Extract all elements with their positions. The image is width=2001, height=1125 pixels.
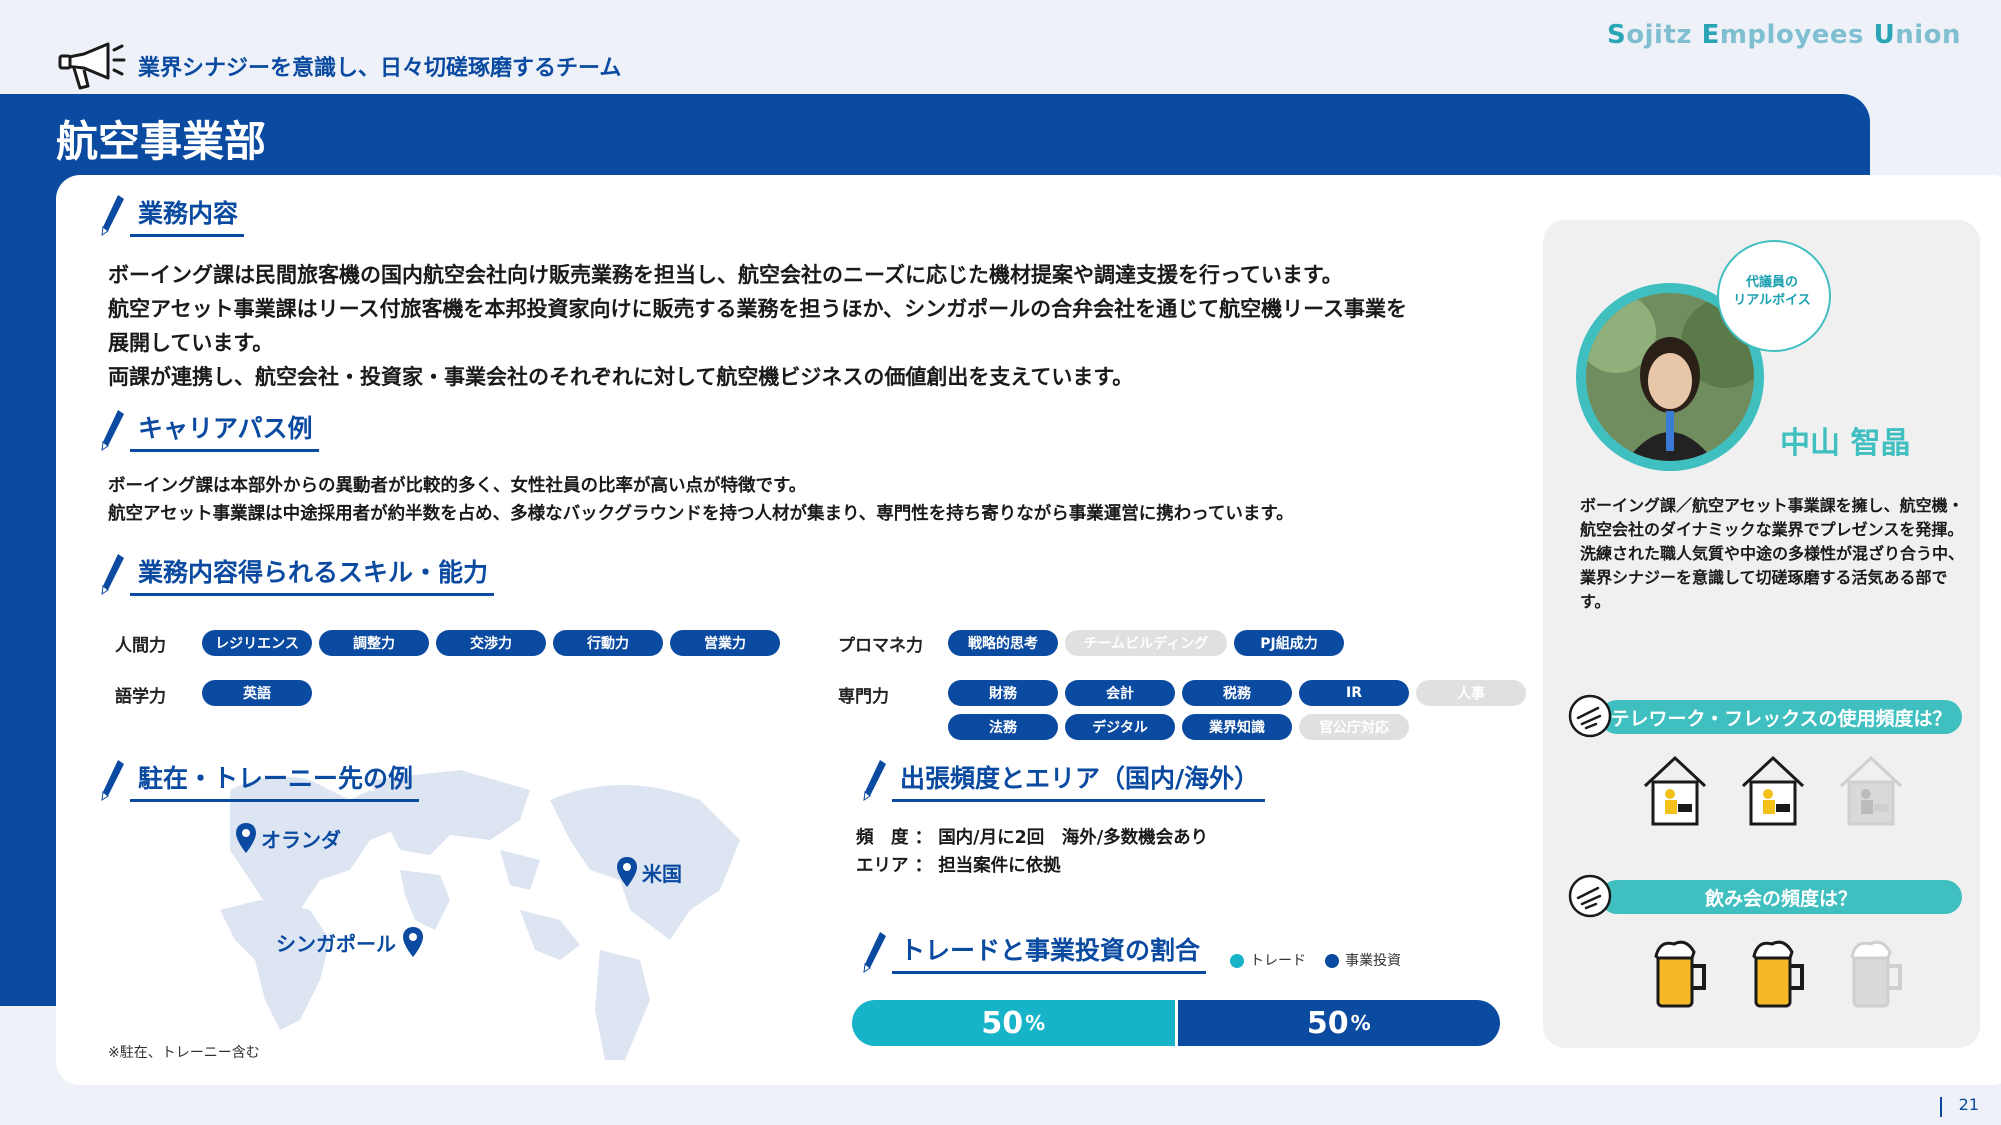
ratio-title: トレードと事業投資の割合 <box>892 931 1207 974</box>
travel-area: エリア ： 担当案件に依拠 <box>856 852 1061 880</box>
house-inactive-icon <box>1836 752 1906 832</box>
ratio-bar: 50% 50% <box>852 1000 1500 1046</box>
location-pin-icon <box>403 927 423 957</box>
career-text: ボーイング課は本部外からの異動者が比較的多く、女性社員の比率が高い点が特徴です。… <box>108 472 1528 528</box>
business-line: 展開しています。 <box>108 331 274 355</box>
skill-row-label: 人間力 <box>115 636 166 656</box>
map-pin-netherlands: オランダ <box>235 822 341 854</box>
travel-frequency-value: 国内/月に2回 海外/多数機会あり <box>938 828 1209 848</box>
beer-icon <box>1750 936 1808 1016</box>
legend-dot <box>1325 954 1340 968</box>
skill-row-label: プロマネ力 <box>838 636 923 656</box>
pencil-icon <box>101 410 124 452</box>
megaphone-icon <box>56 40 126 96</box>
pencil-icon <box>101 760 124 802</box>
map-pin-usa: 米国 <box>616 856 682 888</box>
skill-pill-inactive: 官公庁対応 <box>1299 714 1409 740</box>
skill-pill: デジタル <box>1065 714 1175 740</box>
skill-pill-inactive: チームビルディング <box>1065 630 1227 656</box>
skill-pill: 業界知識 <box>1182 714 1292 740</box>
business-line: ボーイング課は民間旅客機の国内航空会社向け販売業務を担当し、航空会社のニーズに応… <box>108 263 1343 287</box>
legend-invest: 事業投資 <box>1325 953 1401 969</box>
skill-pill: 調整力 <box>319 630 429 656</box>
skill-pill: 営業力 <box>670 630 780 656</box>
skills-title: 業務内容得られるスキル・能力 <box>130 553 495 596</box>
page-number: 21 <box>1958 1095 1979 1114</box>
career-heading: キャリアパス例 <box>100 408 319 452</box>
house-icon <box>1738 752 1808 832</box>
business-text: ボーイング課は民間旅客機の国内航空会社向け販売業務を担当し、航空会社のニーズに応… <box>108 258 1528 394</box>
skill-pill: 行動力 <box>553 630 663 656</box>
skill-pill: 英語 <box>202 680 312 706</box>
brand-logo: Sojitz Employees Union <box>1607 20 1961 50</box>
skill-pill: IR <box>1299 680 1409 706</box>
legend-trade: トレード <box>1230 953 1306 969</box>
travel-frequency-label: 頻 度 ： <box>856 828 933 848</box>
ratio-legend: トレード 事業投資 <box>1230 950 1415 970</box>
travel-area-value: 担当案件に依拠 <box>938 856 1061 876</box>
place-label: シンガポール <box>276 931 396 956</box>
business-line: 両課が連携し、航空会社・投資家・事業会社のそれぞれに対して航空機ビジネスの価値創… <box>108 365 1134 389</box>
assignment-heading: 駐在・トレーニー先の例 <box>100 758 420 802</box>
page-divider <box>1940 1097 1942 1117</box>
skill-pill: 会計 <box>1065 680 1175 706</box>
skill-pill: 財務 <box>948 680 1058 706</box>
skill-row-label: 専門力 <box>838 687 889 707</box>
pencil-icon <box>101 195 124 237</box>
drinking-rating <box>1652 936 1906 1016</box>
representative-comment: ボーイング課／航空アセット事業課を擁し、航空機・航空会社のダイナミックな業界でプ… <box>1580 496 1965 611</box>
legend-dot <box>1230 954 1244 968</box>
ratio-invest-segment: 50% <box>1177 1000 1500 1046</box>
pointing-hand-icon <box>1568 694 1612 742</box>
location-pin-icon <box>617 857 637 887</box>
location-pin-icon <box>236 823 256 853</box>
career-line: 航空アセット事業課は中途採用者が約半数を占め、多様なバックグラウンドを持つ人材が… <box>108 504 1294 524</box>
skill-row-label: 語学力 <box>115 687 166 707</box>
tagline: 業界シナジーを意識し、日々切磋琢磨するチーム <box>138 56 622 81</box>
travel-title: 出張頻度とエリア（国内/海外） <box>892 759 1266 802</box>
beer-inactive-icon <box>1848 936 1906 1016</box>
pencil-icon <box>101 554 124 596</box>
ratio-heading: トレードと事業投資の割合 <box>862 930 1207 974</box>
skill-pill: 交渉力 <box>436 630 546 656</box>
world-map <box>200 760 760 1079</box>
beer-icon <box>1652 936 1710 1016</box>
pencil-icon <box>863 760 886 802</box>
representative-name: 中山 智晶 <box>1780 426 1911 461</box>
assignment-title: 駐在・トレーニー先の例 <box>130 759 420 802</box>
business-title: 業務内容 <box>130 194 245 237</box>
assignment-note: ※駐在、トレーニー含む <box>108 1045 260 1061</box>
skill-pill: レジリエンス <box>202 630 312 656</box>
career-line: ボーイング課は本部外からの異動者が比較的多く、女性社員の比率が高い点が特徴です。 <box>108 476 807 496</box>
skill-pill: 法務 <box>948 714 1058 740</box>
skills-heading: 業務内容得られるスキル・能力 <box>100 552 495 596</box>
drinking-question: 飲み会の頻度は？ <box>1600 880 1962 914</box>
house-icon <box>1640 752 1710 832</box>
travel-frequency: 頻 度 ： 国内/月に2回 海外/多数機会あり <box>856 824 1208 852</box>
telework-question: テレワーク・フレックスの使用頻度は？ <box>1600 700 1962 734</box>
skill-pill: 税務 <box>1182 680 1292 706</box>
place-label: 米国 <box>642 861 682 886</box>
department-title: 航空事業部 <box>56 117 267 166</box>
skill-pill: 戦略的思考 <box>948 630 1058 656</box>
place-label: オランダ <box>261 827 341 852</box>
skill-pill: PJ組成力 <box>1234 630 1344 656</box>
skill-pill-inactive: 人事 <box>1416 680 1526 706</box>
pencil-icon <box>863 932 886 974</box>
telework-rating <box>1640 752 1906 832</box>
ratio-trade-segment: 50% <box>852 1000 1178 1046</box>
bubble-text: 代議員の リアルボイス <box>1733 275 1811 308</box>
pointing-hand-icon <box>1568 874 1612 922</box>
business-line: 航空アセット事業課はリース付旅客機を本邦投資家向けに販売する業務を担うほか、シン… <box>108 297 1408 321</box>
travel-heading: 出張頻度とエリア（国内/海外） <box>862 758 1266 802</box>
map-pin-singapore: シンガポール <box>276 926 424 958</box>
business-heading: 業務内容 <box>100 193 245 237</box>
career-title: キャリアパス例 <box>130 409 319 452</box>
travel-area-label: エリア ： <box>856 856 933 876</box>
